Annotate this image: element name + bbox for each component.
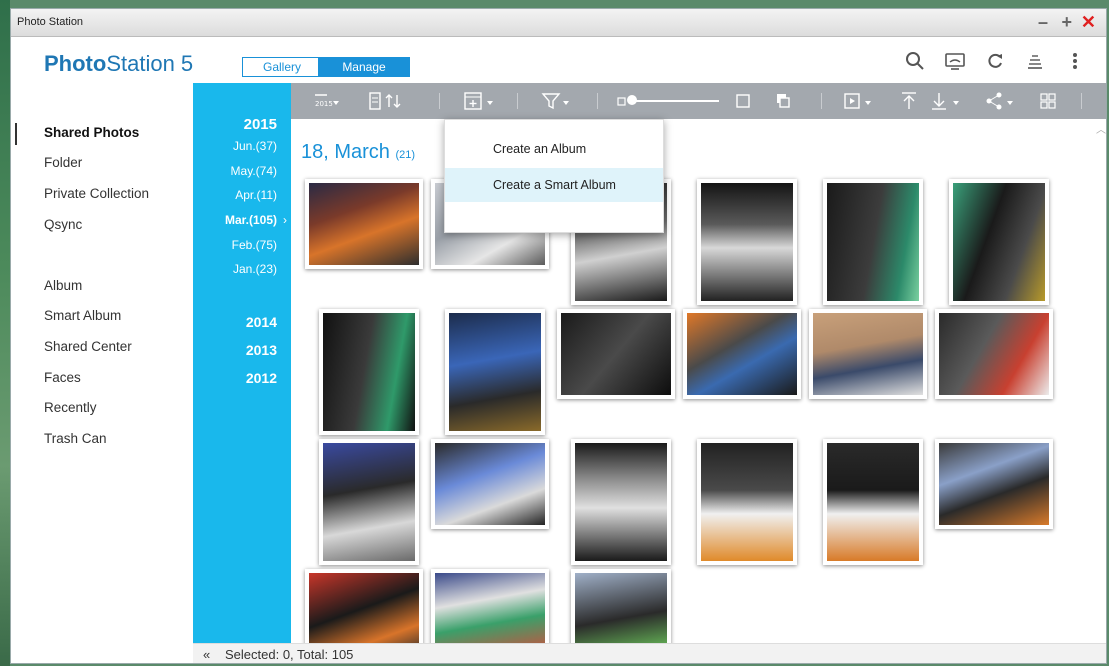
timeline-month-feb[interactable]: Feb.(75) bbox=[232, 238, 277, 252]
timeline-panel: 2015 Jun.(37) May.(74) Apr.(11) Mar.(105… bbox=[193, 83, 291, 643]
photo-thumbnail[interactable] bbox=[935, 309, 1053, 399]
toolbar-divider bbox=[517, 93, 518, 109]
date-group-title: 18, March (21) bbox=[301, 141, 416, 163]
photo-thumbnail[interactable] bbox=[823, 179, 923, 305]
create-smart-album-menu-item[interactable]: Create a Smart Album bbox=[445, 168, 663, 202]
timeline-year-2012[interactable]: 2012 bbox=[246, 370, 277, 386]
photo-thumbnail[interactable] bbox=[319, 439, 419, 565]
create-album-menu-item[interactable]: Create an Album bbox=[445, 132, 663, 166]
sidebar-item-trash-can[interactable]: Trash Can bbox=[44, 431, 107, 446]
photo-thumbnail[interactable] bbox=[445, 309, 545, 435]
cast-icon[interactable] bbox=[944, 51, 966, 73]
status-bar: « Selected: 0, Total: 105 bbox=[193, 643, 1106, 663]
manage-mode-button[interactable]: Manage bbox=[318, 57, 410, 77]
photo-thumbnail[interactable] bbox=[305, 569, 423, 643]
app-header: PhotoStation 5 Gallery Manage bbox=[11, 37, 1106, 83]
timeline-month-mar[interactable]: Mar.(105) bbox=[225, 213, 277, 227]
photo-thumbnail[interactable] bbox=[697, 179, 797, 305]
toolbar-divider bbox=[597, 93, 598, 109]
grid-view-icon[interactable] bbox=[1039, 91, 1057, 111]
svg-text:2015: 2015 bbox=[315, 100, 333, 108]
timeline-month-apr[interactable]: Apr.(11) bbox=[235, 188, 277, 202]
sidebar-item-smart-album[interactable]: Smart Album bbox=[44, 308, 121, 323]
share-button[interactable] bbox=[985, 91, 1021, 111]
selection-status: Selected: 0, Total: 105 bbox=[225, 647, 354, 662]
add-album-dropdown: Create an Album Create a Smart Album bbox=[444, 119, 664, 233]
more-icon[interactable] bbox=[1064, 51, 1086, 73]
view-mode-icon[interactable] bbox=[775, 91, 791, 111]
photo-thumbnail[interactable] bbox=[431, 569, 549, 643]
upload-icon[interactable] bbox=[899, 91, 919, 111]
toolbar-divider bbox=[1081, 93, 1082, 109]
maximize-button[interactable]: + bbox=[1061, 12, 1072, 33]
download-button[interactable] bbox=[929, 91, 965, 111]
stack-icon[interactable] bbox=[1024, 51, 1046, 73]
photo-thumbnail[interactable] bbox=[823, 439, 923, 565]
photo-thumbnail[interactable] bbox=[431, 439, 549, 529]
gallery-mode-button[interactable]: Gallery bbox=[242, 57, 322, 77]
mode-switch: Gallery Manage bbox=[242, 57, 410, 77]
timeline-month-may[interactable]: May.(74) bbox=[231, 164, 277, 178]
photo-thumbnail[interactable] bbox=[319, 309, 419, 435]
photo-thumbnail[interactable] bbox=[949, 179, 1049, 305]
sidebar-item-folder[interactable]: Folder bbox=[44, 155, 82, 170]
thumbnail-size-slider[interactable] bbox=[629, 100, 719, 102]
year-view-button[interactable]: 2015 bbox=[311, 91, 341, 111]
large-thumbnail-icon[interactable] bbox=[735, 91, 751, 111]
desktop-background bbox=[0, 0, 10, 666]
scroll-up-icon[interactable]: ︿ bbox=[1096, 121, 1106, 136]
app-logo: PhotoStation 5 bbox=[44, 51, 194, 76]
refresh-icon[interactable] bbox=[984, 51, 1006, 73]
small-thumbnail-icon[interactable] bbox=[617, 91, 627, 111]
sidebar-item-shared-photos[interactable]: Shared Photos bbox=[44, 125, 139, 140]
photo-thumbnail[interactable] bbox=[557, 309, 675, 399]
sidebar-item-shared-center[interactable]: Shared Center bbox=[44, 339, 132, 354]
title-bar: Photo Station – + ✕ bbox=[11, 9, 1106, 37]
action-toolbar: 2015 bbox=[291, 83, 1106, 119]
add-album-button[interactable] bbox=[463, 91, 499, 111]
toolbar-divider bbox=[439, 93, 440, 109]
photo-thumbnail[interactable] bbox=[305, 179, 423, 269]
photo-thumbnail[interactable] bbox=[935, 439, 1053, 529]
sidebar-item-faces[interactable]: Faces bbox=[44, 370, 81, 385]
sort-button[interactable] bbox=[367, 91, 409, 111]
window-title: Photo Station bbox=[17, 16, 84, 28]
photo-thumbnail[interactable] bbox=[683, 309, 801, 399]
close-button[interactable]: ✕ bbox=[1081, 12, 1096, 33]
timeline-year-2013[interactable]: 2013 bbox=[246, 342, 277, 358]
timeline-year-2014[interactable]: 2014 bbox=[246, 314, 277, 330]
sidebar-item-album[interactable]: Album bbox=[44, 278, 82, 293]
slideshow-button[interactable] bbox=[843, 91, 875, 111]
photo-thumbnail[interactable] bbox=[571, 569, 671, 643]
sidebar-item-qsync[interactable]: Qsync bbox=[44, 217, 82, 232]
timeline-year-2015[interactable]: 2015 bbox=[244, 116, 277, 133]
toolbar-divider bbox=[821, 93, 822, 109]
chevron-right-icon: › bbox=[283, 213, 287, 227]
sidebar: Shared Photos Folder Private Collection … bbox=[11, 89, 193, 649]
photo-thumbnail[interactable] bbox=[697, 439, 797, 565]
active-indicator bbox=[15, 123, 17, 145]
search-icon[interactable] bbox=[904, 51, 926, 73]
timeline-month-jan[interactable]: Jan.(23) bbox=[233, 262, 277, 276]
collapse-panel-button[interactable]: « bbox=[203, 644, 210, 663]
sidebar-item-private-collection[interactable]: Private Collection bbox=[44, 186, 149, 201]
header-toolbar bbox=[904, 51, 1086, 73]
app-window: Photo Station – + ✕ PhotoStation 5 Galle… bbox=[10, 8, 1107, 664]
minimize-button[interactable]: – bbox=[1038, 12, 1048, 33]
photo-thumbnail[interactable] bbox=[809, 309, 927, 399]
photo-grid: 18, March (21) ︿ bbox=[291, 119, 1106, 643]
timeline-month-jun[interactable]: Jun.(37) bbox=[233, 139, 277, 153]
sidebar-item-recently[interactable]: Recently bbox=[44, 400, 97, 415]
photo-thumbnail[interactable] bbox=[571, 439, 671, 565]
thumbnail-size-slider-knob[interactable] bbox=[627, 95, 637, 105]
filter-button[interactable] bbox=[541, 91, 573, 111]
